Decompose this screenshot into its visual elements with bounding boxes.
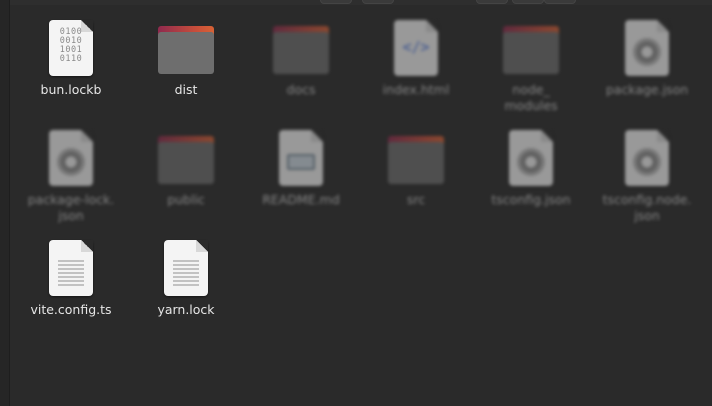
text-file-icon — [156, 240, 216, 300]
folder-icon — [501, 20, 561, 80]
file-item[interactable]: package.json — [592, 20, 702, 98]
folder-icon — [386, 130, 446, 190]
file-label: tsconfig.json — [491, 192, 571, 207]
file-label: public — [167, 192, 205, 207]
json-file-icon — [41, 130, 101, 190]
file-label: package-lock. json — [27, 192, 115, 223]
file-item[interactable]: vite.config.ts — [16, 240, 126, 318]
file-item[interactable]: public — [131, 130, 241, 208]
file-label: README.md — [262, 192, 340, 207]
json-file-icon — [501, 130, 561, 190]
file-label: yarn.lock — [157, 302, 215, 317]
file-label: node_ modules — [504, 82, 558, 113]
folder-icon — [156, 130, 216, 190]
folder-icon — [271, 20, 331, 80]
file-item[interactable]: yarn.lock — [131, 240, 241, 318]
json-file-icon — [617, 130, 677, 190]
file-item[interactable]: 0100 0010 1001 0110 bun.lockb — [16, 20, 126, 98]
file-label: dist — [174, 82, 198, 97]
file-item[interactable]: </> index.html — [361, 20, 471, 98]
file-label: docs — [286, 82, 316, 97]
binary-file-icon: 0100 0010 1001 0110 — [41, 20, 101, 80]
file-label: package.json — [605, 82, 689, 97]
file-item[interactable]: src — [361, 130, 471, 208]
file-label: index.html — [382, 82, 450, 97]
file-item[interactable]: tsconfig.node. json — [592, 130, 702, 224]
text-file-icon — [41, 240, 101, 300]
file-item[interactable]: tsconfig.json — [476, 130, 586, 208]
file-item[interactable]: dist — [131, 20, 241, 98]
file-item[interactable]: README.md — [246, 130, 356, 208]
file-item[interactable]: node_ modules — [476, 20, 586, 114]
file-grid: 0100 0010 1001 0110 bun.lockb dist docs </>… — [0, 0, 712, 406]
html-file-icon: </> — [386, 20, 446, 80]
file-item[interactable]: docs — [246, 20, 356, 98]
file-label: bun.lockb — [40, 82, 102, 97]
json-file-icon — [617, 20, 677, 80]
file-label: tsconfig.node. json — [602, 192, 692, 223]
file-label: vite.config.ts — [30, 302, 112, 317]
file-item[interactable]: package-lock. json — [16, 130, 126, 224]
file-label: src — [406, 192, 426, 207]
markdown-file-icon — [271, 130, 331, 190]
folder-icon — [156, 20, 216, 80]
